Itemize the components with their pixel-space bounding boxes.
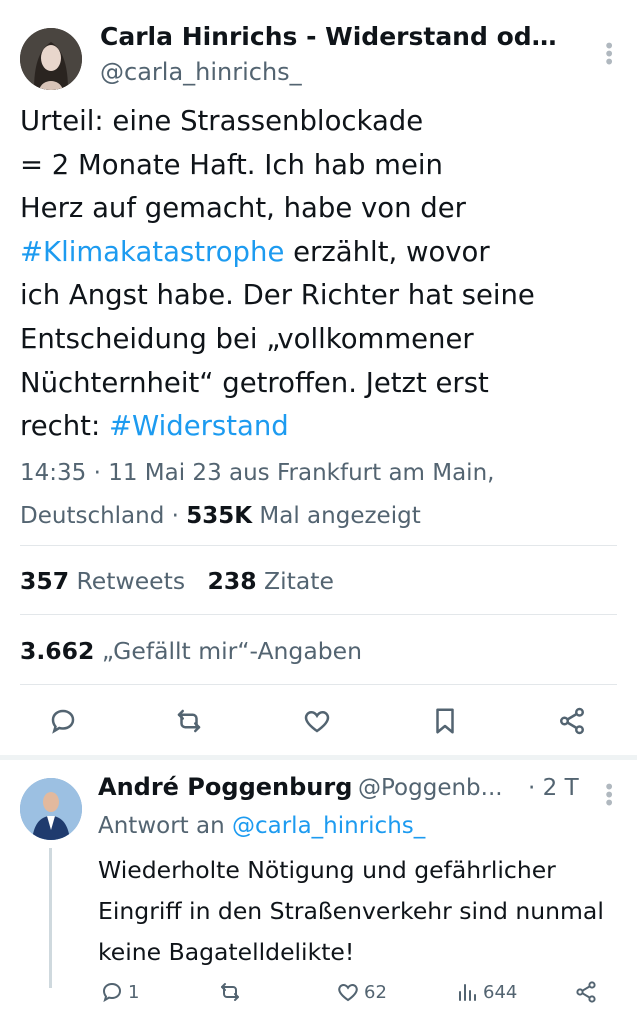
section-separator — [0, 755, 637, 760]
reply-views-button[interactable]: 644 — [455, 980, 517, 1004]
hashtag-link[interactable]: #Klimakatastrophe — [20, 236, 284, 268]
hashtag-link[interactable]: #Widerstand — [109, 410, 289, 442]
likes-stat[interactable]: 3.662 „Gefällt mir“-Angaben — [20, 637, 362, 665]
like-icon — [338, 983, 358, 1002]
timestamp[interactable]: 14:35 · 11 Mai 23 aus Frankfurt am Main, — [20, 460, 494, 486]
tweet-meta: 14:35 · 11 Mai 23 aus Frankfurt am Main,… — [20, 460, 495, 529]
retweet-icon[interactable] — [172, 704, 206, 738]
reply-author-name[interactable]: André Poggenburg — [98, 773, 352, 801]
quotes-stat[interactable]: 238 Zitate — [208, 567, 334, 595]
author-avatar[interactable] — [20, 28, 82, 90]
reply-author-avatar[interactable] — [20, 778, 82, 840]
divider — [20, 614, 617, 615]
views-icon — [459, 984, 476, 1001]
view-count: 644 — [483, 981, 518, 1003]
like-icon[interactable] — [300, 704, 334, 738]
reply-to-handle[interactable]: @carla_hinrichs_ — [232, 813, 425, 839]
more-options-icon[interactable]: • • • — [603, 36, 615, 72]
reply-icon — [102, 982, 122, 1003]
author-handle[interactable]: @carla_hinrichs_ — [100, 58, 302, 86]
reply-count: 1 — [128, 981, 140, 1003]
divider — [20, 684, 617, 685]
reply-reply-button[interactable]: 1 — [100, 980, 139, 1004]
thread-line — [49, 848, 52, 988]
reply-text: Wiederholte Nötigung und gefährlicher Ei… — [98, 856, 604, 966]
views-count: 535K — [186, 503, 253, 529]
divider — [20, 545, 617, 546]
reply-author-handle[interactable]: @Poggenb... — [358, 775, 503, 801]
reply-more-options-icon[interactable]: • • • — [603, 777, 615, 813]
share-icon[interactable] — [555, 704, 589, 738]
like-count: 62 — [364, 981, 387, 1003]
engagement-stats: 357 Retweets 238 Zitate — [20, 567, 334, 595]
action-bar — [0, 704, 637, 744]
reply-icon[interactable] — [46, 704, 80, 738]
reply-timestamp[interactable]: · 2 T — [528, 775, 579, 801]
reply-like-button[interactable]: 62 — [336, 980, 387, 1004]
reply-action-bar: 1 62 644 — [0, 980, 637, 1010]
retweet-icon — [221, 983, 239, 1001]
retweets-stat[interactable]: 357 Retweets — [20, 567, 185, 595]
reply-to-line: Antwort an @carla_hinrichs_ — [98, 813, 426, 839]
tweet-text: Urteil: eine Strassenblockade = 2 Monate… — [20, 105, 535, 443]
bookmark-icon[interactable] — [428, 704, 462, 738]
reply-retweet-button[interactable] — [218, 980, 242, 1004]
share-icon — [576, 981, 596, 1003]
reply-share-button[interactable] — [574, 980, 598, 1004]
author-name[interactable]: Carla Hinrichs - Widerstand oder... — [100, 22, 570, 51]
